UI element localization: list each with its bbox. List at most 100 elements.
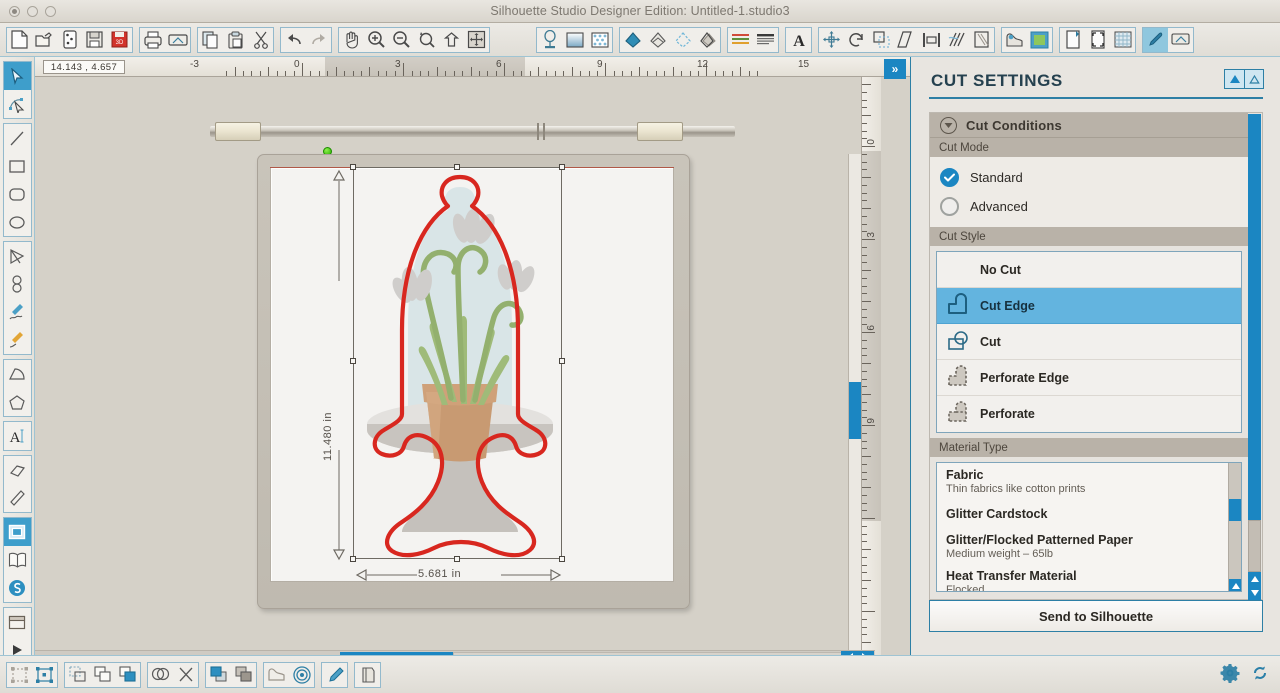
resize-handle-n[interactable] [454,164,460,170]
text-align-icon[interactable] [753,28,778,52]
library-icon[interactable] [4,546,31,574]
fit-to-window-icon[interactable] [464,28,489,52]
resize-handle-s[interactable] [454,556,460,562]
gear-icon[interactable] [1220,663,1240,688]
eraser-tool-icon[interactable] [4,456,31,484]
move-icon[interactable] [819,28,844,52]
cut-style-list[interactable]: No Cut Cut Edge Cut Perforate Edge Perfo… [936,251,1242,433]
panel-expand-button[interactable] [1244,70,1263,88]
back-icon[interactable] [231,663,256,687]
cut-style-option-cut[interactable]: Cut [937,324,1241,360]
group-icon[interactable] [7,663,32,687]
scissors-icon[interactable] [248,28,273,52]
cut-mode-option-advanced[interactable]: Advanced [930,192,1248,221]
weld-icon[interactable] [148,663,173,687]
store-icon[interactable] [4,574,31,602]
send-backward-icon[interactable] [115,663,140,687]
text-style-icon[interactable] [728,28,753,52]
line-tool-icon[interactable] [4,124,31,152]
select-arrow-icon[interactable] [3,62,31,90]
copy-icon[interactable] [198,28,223,52]
collapse-panel-button[interactable]: » [884,59,906,79]
open-folder-icon[interactable] [32,28,57,52]
selection-bounding-box[interactable] [350,164,565,562]
canvas-vertical-scrollbar[interactable] [848,154,861,655]
horizontal-ruler[interactable]: -3 0 3 6 9 12 15 [35,57,910,77]
sketch-pen-icon[interactable] [645,28,670,52]
save-icon[interactable] [82,28,107,52]
undo-icon[interactable] [281,28,306,52]
rotate-icon[interactable] [844,28,869,52]
material-option-glitter-flocked-patterned-paper[interactable]: Glitter/Flocked Patterned Paper Medium w… [937,528,1241,564]
send-to-cutter-icon[interactable] [165,28,190,52]
material-type-list[interactable]: Fabric Thin fabrics like cotton prints G… [936,462,1242,592]
smooth-freehand-tool-icon[interactable] [4,326,31,354]
fill-gradient-icon[interactable] [562,28,587,52]
save-3d-icon[interactable]: 3D [107,28,132,52]
front-icon[interactable] [206,663,231,687]
replicate-icon[interactable] [944,28,969,52]
registration-marks-icon[interactable] [1085,28,1110,52]
cut-mode-option-standard[interactable]: Standard [930,163,1248,192]
shadow-icon[interactable] [695,28,720,52]
pen-fill-icon[interactable] [322,663,347,687]
modify-icon[interactable] [1027,28,1052,52]
panel-scroll-arrows[interactable] [1248,572,1261,600]
line-color-icon[interactable] [620,28,645,52]
resize-handle-e[interactable] [559,358,565,364]
pan-hand-icon[interactable] [339,28,364,52]
internal-offset-icon[interactable] [289,663,314,687]
resize-handle-se[interactable] [559,556,565,562]
polygon-tool-icon[interactable] [4,242,31,270]
printer-icon[interactable] [140,28,165,52]
arc-tool-icon[interactable] [4,360,31,388]
panel-scroll-thumb[interactable] [1248,114,1261,520]
freehand-tool-icon[interactable] [4,298,31,326]
offset-icon[interactable] [264,663,289,687]
material-option-fabric[interactable]: Fabric Thin fabrics like cotton prints [937,463,1241,499]
curve-tool-icon[interactable] [4,270,31,298]
open-library-icon[interactable] [57,28,82,52]
resize-handle-ne[interactable] [559,164,565,170]
redo-icon[interactable] [306,28,331,52]
zoom-selection-icon[interactable] [414,28,439,52]
design-page-icon[interactable] [3,518,31,546]
panel-toggle-icon[interactable] [4,608,31,636]
panel-collapse-button[interactable] [1225,70,1244,88]
nest-icon[interactable] [969,28,994,52]
trace-icon[interactable] [1002,28,1027,52]
material-option-glitter-cardstock[interactable]: Glitter Cardstock [937,499,1241,528]
ungroup-icon[interactable] [32,663,57,687]
zoom-in-icon[interactable] [364,28,389,52]
sync-icon[interactable] [1250,663,1270,688]
zoom-out-icon[interactable] [389,28,414,52]
panel-scroll-track[interactable] [1248,520,1261,572]
material-list-scrollbar[interactable] [1228,463,1241,591]
text-tool-icon[interactable]: A [786,28,811,52]
rectangle-tool-icon[interactable] [4,152,31,180]
fill-color-icon[interactable] [537,28,562,52]
fill-pattern-icon[interactable] [587,28,612,52]
paste-icon[interactable] [223,28,248,52]
detach-lines-icon[interactable] [173,663,198,687]
line-style-icon[interactable] [670,28,695,52]
align-icon[interactable] [919,28,944,52]
cut-settings-icon[interactable] [1143,27,1168,52]
material-scroll-thumb[interactable] [1229,499,1241,521]
make-compound-path-icon[interactable] [65,663,90,687]
edit-points-icon[interactable] [4,90,31,118]
section-cut-conditions-header[interactable]: Cut Conditions [930,113,1248,138]
scale-icon[interactable] [869,28,894,52]
layers-icon[interactable] [355,663,380,687]
material-scroll-down-arrow[interactable] [1229,579,1241,591]
canvas-vscroll-thumb[interactable] [849,382,861,439]
vertical-ruler[interactable]: 0 3 6 9 [861,77,881,655]
cut-style-option-no-cut[interactable]: No Cut [937,252,1241,288]
send-to-silhouette-icon[interactable] [1168,28,1193,52]
grid-icon[interactable] [1110,28,1135,52]
send-to-silhouette-button[interactable]: Send to Silhouette [929,600,1263,632]
rounded-rectangle-tool-icon[interactable] [4,180,31,208]
knife-tool-icon[interactable] [4,484,31,512]
text-tool-icon[interactable]: A [4,422,31,450]
design-canvas[interactable]: 11.480 in 5.681 in [35,77,861,655]
